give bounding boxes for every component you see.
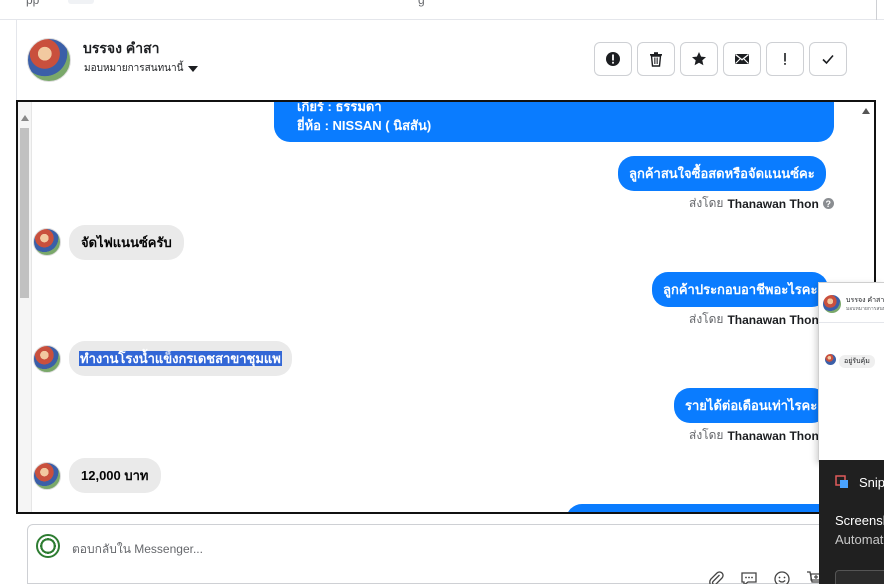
assign-conversation-dropdown[interactable]: มอบหมายการสนทนานี้ bbox=[84, 61, 199, 76]
exclamation-icon bbox=[784, 53, 786, 65]
left-scrollbar[interactable] bbox=[18, 102, 32, 512]
sender-name: Thanawan Thon bbox=[727, 312, 819, 327]
sender-name: Thanawan Thon bbox=[727, 196, 819, 211]
scrollbar-thumb[interactable] bbox=[20, 128, 29, 298]
contact-avatar[interactable] bbox=[33, 462, 61, 490]
mark-unread-button[interactable] bbox=[723, 42, 761, 76]
preview-avatar bbox=[823, 295, 841, 313]
notification-body: Automatically saved to screenshots folde… bbox=[835, 532, 884, 547]
screenshot-preview-window[interactable]: บรรจง คำสา มอบหมายการสนทนานี้ อยู่รับคุ้… bbox=[818, 282, 884, 462]
outgoing-message[interactable]: ลูกค้าประกอบอาชีพอะไรคะ bbox=[652, 272, 829, 307]
notification-app-name: Snipping Tool bbox=[859, 475, 884, 490]
snipping-tool-notification[interactable]: Snipping Tool Screenshot copied to clipb… bbox=[819, 460, 884, 584]
star-button[interactable] bbox=[680, 42, 718, 76]
top-strip: pp g bbox=[0, 0, 884, 20]
chat-bubble-icon bbox=[741, 572, 757, 584]
sent-by-prefix: ส่งโดย bbox=[689, 428, 724, 442]
assign-label: มอบหมายการสนทนานี้ bbox=[84, 63, 184, 74]
page-logo-icon bbox=[36, 534, 60, 558]
outgoing-message[interactable]: เกียร์ : ธรรมดา ยี่ห้อ : NISSAN ( นิสสัน… bbox=[274, 100, 834, 142]
outgoing-message-partial[interactable] bbox=[566, 504, 846, 512]
report-button[interactable] bbox=[594, 42, 632, 76]
incoming-message[interactable]: จัดไฟแนนซ์ครับ bbox=[69, 225, 184, 260]
notification-action-button[interactable] bbox=[835, 570, 884, 584]
alert-circle-icon bbox=[606, 52, 620, 66]
saved-replies-button[interactable] bbox=[739, 569, 759, 584]
paperclip-icon bbox=[709, 571, 724, 584]
scroll-up-arrow-icon[interactable] bbox=[21, 115, 29, 121]
top-strip-chip bbox=[68, 0, 94, 4]
action-toolbar bbox=[594, 42, 847, 76]
snipping-tool-icon bbox=[835, 475, 848, 488]
message-line: เกียร์ : ธรรมดา bbox=[297, 100, 382, 114]
message-line: ยี่ห้อ : NISSAN ( นิสสัน) bbox=[297, 118, 432, 133]
trash-icon bbox=[650, 52, 662, 67]
contact-avatar[interactable] bbox=[33, 228, 61, 256]
sent-by-prefix: ส่งโดย bbox=[689, 312, 724, 326]
incoming-message[interactable]: ทำงานโรงน้ำแข็งกรเดชสาขาชุมแพ bbox=[69, 341, 292, 376]
preview-avatar bbox=[825, 354, 836, 365]
outgoing-message[interactable]: รายได้ต่อเดือนเท่าไรคะ bbox=[674, 388, 829, 423]
incoming-message[interactable]: 12,000 บาท bbox=[69, 458, 161, 493]
smiley-icon bbox=[774, 571, 790, 584]
preview-header: บรรจง คำสา มอบหมายการสนทนานี้ bbox=[819, 283, 884, 323]
help-icon[interactable]: ? bbox=[822, 198, 834, 209]
envelope-icon bbox=[735, 53, 749, 64]
contact-avatar[interactable] bbox=[27, 38, 71, 82]
page: pp g บรรจง คำสา มอบหมายการสนทนานี้ เกียร… bbox=[0, 0, 884, 584]
reply-input[interactable]: ตอบกลับใน Messenger... bbox=[72, 540, 203, 559]
scroll-up-arrow-icon[interactable] bbox=[862, 108, 870, 114]
reply-composer[interactable]: ตอบกลับใน Messenger... bbox=[27, 524, 827, 584]
top-strip-right-text: g bbox=[418, 0, 425, 7]
notification-title: Screenshot copied to clipboard bbox=[835, 513, 884, 528]
caret-down-icon bbox=[188, 65, 199, 72]
sent-by-prefix: ส่งโดย bbox=[689, 196, 724, 210]
preview-message: อยู่รับคุ้ม bbox=[839, 355, 875, 368]
preview-subtitle: มอบหมายการสนทนานี้ bbox=[846, 306, 884, 312]
check-icon bbox=[822, 54, 834, 65]
delete-button[interactable] bbox=[637, 42, 675, 76]
contact-name[interactable]: บรรจง คำสา bbox=[83, 38, 160, 60]
sent-by-label: ส่งโดย Thanawan Thon bbox=[689, 310, 819, 329]
sender-name: Thanawan Thon bbox=[727, 428, 819, 443]
star-icon bbox=[692, 52, 706, 66]
composer-toolbar bbox=[706, 569, 825, 584]
emoji-button[interactable] bbox=[772, 569, 792, 584]
outgoing-message[interactable]: ลูกค้าสนใจซื้อสดหรือจัดแนนซ์คะ bbox=[618, 156, 826, 191]
top-strip-left-text: pp bbox=[26, 0, 40, 7]
top-strip-divider bbox=[876, 0, 877, 20]
selected-text[interactable]: ทำงานโรงน้ำแข็งกรเดชสาขาชุมแพ bbox=[79, 351, 282, 366]
sent-by-label: ส่งโดย Thanawan Thon bbox=[689, 426, 819, 445]
conversation-header: บรรจง คำสา มอบหมายการสนทนานี้ bbox=[17, 20, 876, 100]
contact-avatar[interactable] bbox=[33, 345, 61, 373]
message-thread[interactable]: เกียร์ : ธรรมดา ยี่ห้อ : NISSAN ( นิสสัน… bbox=[16, 100, 876, 514]
sent-by-label: ส่งโดย Thanawan Thon ? bbox=[689, 194, 834, 213]
important-button[interactable] bbox=[766, 42, 804, 76]
done-button[interactable] bbox=[809, 42, 847, 76]
attach-button[interactable] bbox=[706, 569, 726, 584]
